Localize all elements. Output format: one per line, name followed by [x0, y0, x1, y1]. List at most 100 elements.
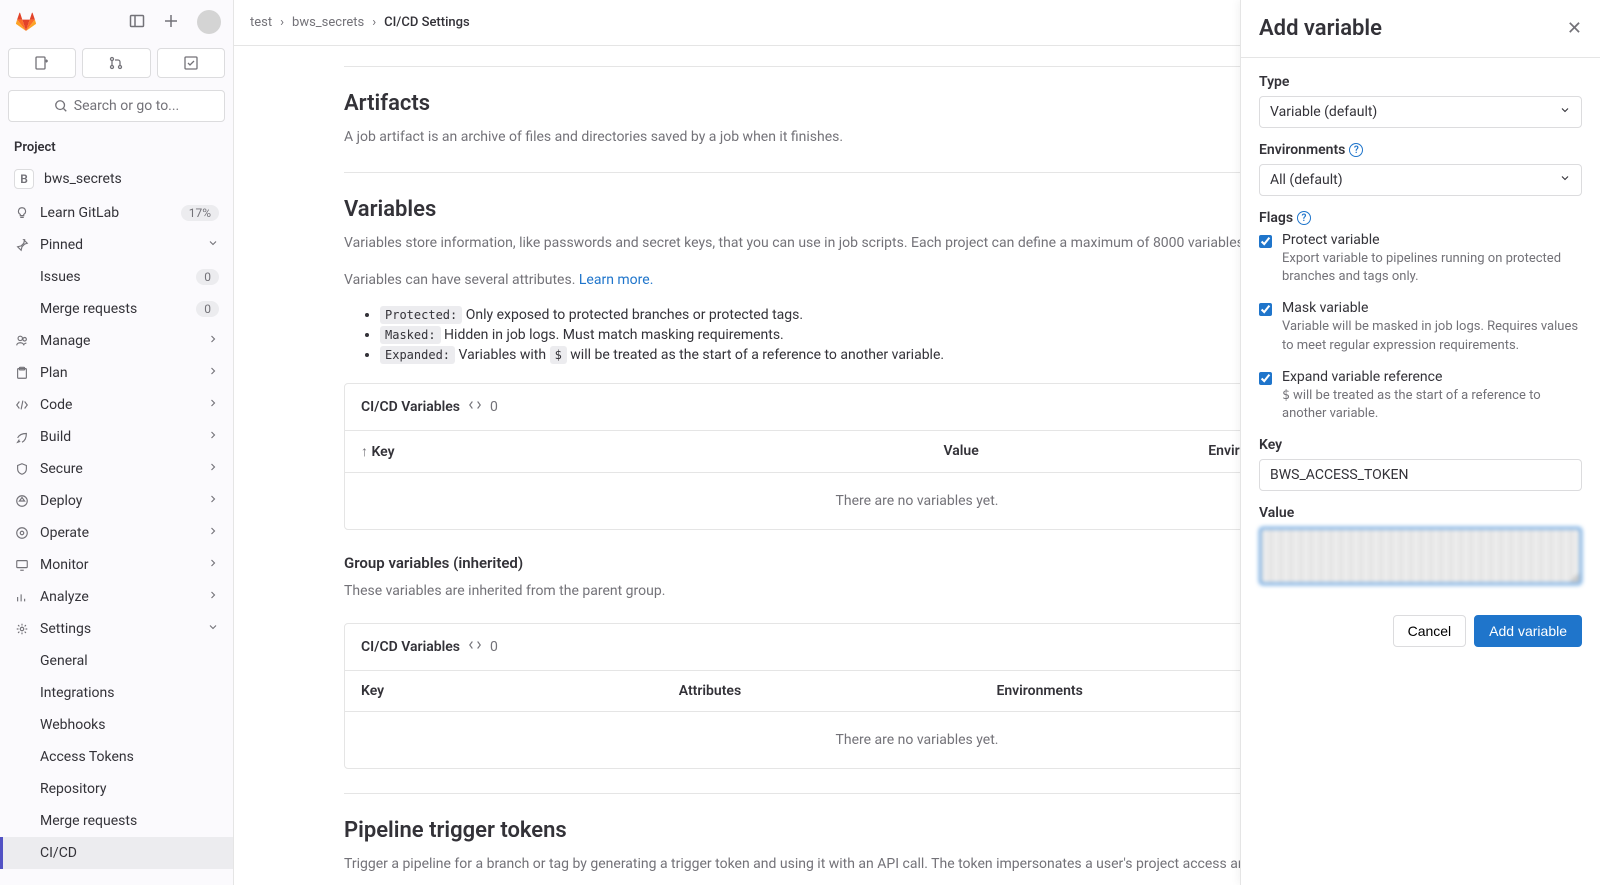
chevron-right-icon [207, 397, 219, 413]
chevron-right-icon [207, 461, 219, 477]
protect-label: Protect variable [1282, 232, 1582, 248]
card-count: 0 [490, 639, 498, 655]
sidebar-plan[interactable]: Plan [0, 357, 233, 389]
merge-request-button[interactable] [82, 48, 150, 78]
chevron-right-icon [207, 557, 219, 573]
mask-label: Mask variable [1282, 300, 1582, 316]
project-letter-icon: B [14, 169, 34, 189]
col-key: Key [361, 683, 679, 699]
expand-checkbox[interactable] [1259, 371, 1272, 386]
value-textarea[interactable] [1259, 527, 1582, 585]
protect-checkbox[interactable] [1259, 234, 1272, 249]
type-select[interactable]: Variable (default) [1259, 96, 1582, 128]
protect-help: Export variable to pipelines running on … [1282, 250, 1582, 286]
clipboard-icon [14, 365, 30, 381]
code-icon [14, 397, 30, 413]
sidebar-deploy[interactable]: Deploy [0, 485, 233, 517]
sidebar-code[interactable]: Code [0, 389, 233, 421]
sidebar-learn-gitlab[interactable]: Learn GitLab 17% [0, 197, 233, 229]
sidebar-analyze[interactable]: Analyze [0, 581, 233, 613]
breadcrumb-item[interactable]: bws_secrets [292, 15, 364, 30]
shield-icon [14, 461, 30, 477]
code-icon [468, 398, 482, 416]
breadcrumb-item[interactable]: test [250, 15, 272, 30]
plus-icon[interactable] [163, 13, 181, 31]
add-variable-button[interactable]: Add variable [1474, 615, 1582, 647]
key-input[interactable] [1259, 459, 1582, 491]
chevron-right-icon [207, 493, 219, 509]
sidebar-secure[interactable]: Secure [0, 453, 233, 485]
pin-icon [14, 237, 30, 253]
chart-icon [14, 589, 30, 605]
users-icon [14, 333, 30, 349]
sidebar-pinned[interactable]: Pinned [0, 229, 233, 261]
panel-icon[interactable] [129, 13, 147, 31]
project-name: bws_secrets [44, 171, 122, 187]
issues-label: Issues [40, 269, 81, 285]
issues-badge: 0 [196, 269, 219, 285]
avatar[interactable] [197, 10, 221, 34]
mask-help: Variable will be masked in job logs. Req… [1282, 318, 1582, 354]
sidebar-issues[interactable]: Issues 0 [0, 261, 233, 293]
learn-label: Learn GitLab [40, 205, 119, 221]
sidebar-settings-integrations[interactable]: Integrations [0, 677, 233, 709]
sidebar-settings[interactable]: Settings [0, 613, 233, 645]
search-input[interactable]: Search or go to... [8, 90, 225, 122]
todo-button[interactable] [157, 48, 225, 78]
sidebar-settings-cicd[interactable]: CI/CD [0, 837, 233, 869]
chevron-down-icon [207, 237, 219, 253]
cancel-button[interactable]: Cancel [1393, 615, 1467, 647]
close-icon[interactable]: ✕ [1567, 18, 1582, 39]
sidebar-manage[interactable]: Manage [0, 325, 233, 357]
chevron-right-icon [207, 429, 219, 445]
card-title: CI/CD Variables [361, 399, 460, 415]
mrs-badge: 0 [196, 301, 219, 317]
learn-more-link[interactable]: Learn more. [579, 272, 654, 288]
env-select[interactable]: All (default) [1259, 164, 1582, 196]
col-key[interactable]: Key [371, 444, 394, 460]
sidebar: Search or go to... Project B bws_secrets… [0, 0, 234, 885]
sidebar-settings-merge-requests[interactable]: Merge requests [0, 805, 233, 837]
deploy-icon [14, 493, 30, 509]
sidebar-settings-access-tokens[interactable]: Access Tokens [0, 741, 233, 773]
code-icon [468, 638, 482, 656]
card-title: CI/CD Variables [361, 639, 460, 655]
sidebar-project[interactable]: B bws_secrets [0, 161, 233, 197]
new-issue-button[interactable] [8, 48, 76, 78]
help-icon[interactable]: ? [1297, 211, 1311, 225]
chevron-right-icon [207, 525, 219, 541]
sidebar-settings-general[interactable]: General [0, 645, 233, 677]
col-attrs: Attributes [679, 683, 997, 699]
sidebar-operate[interactable]: Operate [0, 517, 233, 549]
expand-label: Expand variable reference [1282, 369, 1582, 385]
pinned-label: Pinned [40, 237, 83, 253]
drawer-title: Add variable [1259, 16, 1382, 41]
sidebar-build[interactable]: Build [0, 421, 233, 453]
add-variable-drawer: Add variable ✕ Type Variable (default) E… [1240, 0, 1600, 885]
project-section-label: Project [0, 130, 233, 161]
breadcrumb-current: CI/CD Settings [384, 15, 470, 30]
gitlab-logo[interactable] [12, 8, 40, 36]
env-label: Environments [1259, 142, 1345, 158]
chevron-down-icon [1559, 172, 1571, 188]
sidebar-merge-requests[interactable]: Merge requests 0 [0, 293, 233, 325]
chevron-down-icon [207, 621, 219, 637]
card-count: 0 [490, 399, 498, 415]
sidebar-settings-repository[interactable]: Repository [0, 773, 233, 805]
help-icon[interactable]: ? [1349, 143, 1363, 157]
monitor-icon [14, 557, 30, 573]
flags-label: Flags [1259, 210, 1293, 226]
sidebar-settings-webhooks[interactable]: Webhooks [0, 709, 233, 741]
operate-icon [14, 525, 30, 541]
mask-checkbox[interactable] [1259, 302, 1272, 317]
learn-badge: 17% [181, 205, 219, 221]
sidebar-monitor[interactable]: Monitor [0, 549, 233, 581]
col-value: Value [943, 443, 1208, 460]
chevron-right-icon [207, 365, 219, 381]
rocket-icon [14, 429, 30, 445]
gear-icon [14, 621, 30, 637]
chevron-right-icon [207, 333, 219, 349]
bulb-icon [14, 205, 30, 221]
type-label: Type [1259, 74, 1582, 90]
chevron-right-icon [207, 589, 219, 605]
